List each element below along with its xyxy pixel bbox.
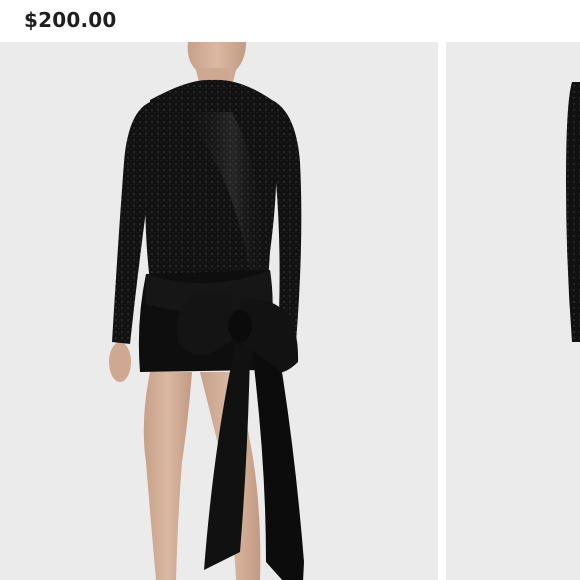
gallery-image-main[interactable] xyxy=(0,42,438,580)
product-price: $200.00 xyxy=(24,8,117,32)
product-page: $200.00 xyxy=(0,0,580,580)
model-hand xyxy=(109,342,131,382)
model-photo-side xyxy=(566,82,580,342)
model-photo-front xyxy=(109,42,304,580)
gallery-image-next[interactable] xyxy=(446,42,580,580)
price-header: $200.00 xyxy=(0,0,580,42)
model-sleeve-partial xyxy=(566,82,580,342)
model-leg-left xyxy=(143,372,192,580)
product-image-gallery[interactable] xyxy=(0,42,580,580)
bow-knot xyxy=(228,310,252,342)
